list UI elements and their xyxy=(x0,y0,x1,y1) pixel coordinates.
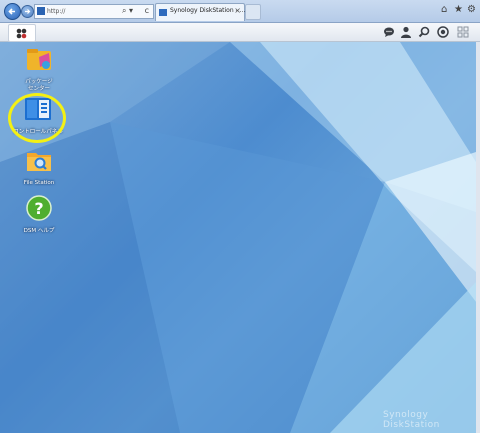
dsm-help-app[interactable]: ? DSM ヘルプ xyxy=(9,194,69,235)
dsm-help-label: DSM ヘルプ xyxy=(23,228,55,234)
help-icon: ? xyxy=(26,195,52,221)
highlight-circle-annotation xyxy=(8,93,66,143)
new-tab-button[interactable] xyxy=(245,4,261,20)
browser-tab[interactable]: Synology DiskStation - ... × xyxy=(155,3,245,21)
tools-gear-icon[interactable]: ⚙ xyxy=(467,4,476,15)
refresh-icon[interactable]: c xyxy=(145,6,149,16)
back-button[interactable] xyxy=(4,3,21,20)
file-station-app[interactable]: File Station xyxy=(9,146,69,187)
address-search-dropdown[interactable]: ⌕ ▾ xyxy=(122,6,133,16)
package-center-label: パッケージ センター xyxy=(25,79,53,92)
dsm-desktop: パッケージ センター コントロールパネル File Station ? DSM … xyxy=(0,42,476,433)
notifications-icon[interactable] xyxy=(383,26,395,38)
widgets-icon[interactable] xyxy=(437,26,449,38)
search-icon[interactable] xyxy=(418,26,430,38)
package-center-app[interactable]: パッケージ センター xyxy=(9,45,69,93)
forward-button[interactable] xyxy=(21,5,34,18)
svg-text:?: ? xyxy=(34,199,43,218)
tab-close-icon[interactable]: × xyxy=(234,6,241,15)
page-scrollbar[interactable] xyxy=(476,42,480,433)
user-icon[interactable] xyxy=(400,26,412,38)
browser-toolbar: http:// ⌕ ▾ c Synology DiskStation - ...… xyxy=(0,0,480,23)
site-favicon-icon xyxy=(37,7,45,15)
desktop-wallpaper xyxy=(0,42,476,433)
package-center-icon xyxy=(27,49,51,70)
file-station-label: File Station xyxy=(23,180,55,186)
back-arrow-icon xyxy=(8,8,15,15)
favorites-icon[interactable]: ★ xyxy=(454,4,463,15)
forward-arrow-icon xyxy=(25,9,31,14)
home-icon[interactable]: ⌂ xyxy=(441,4,447,15)
main-menu-button[interactable] xyxy=(8,24,36,42)
windows-overview-icon[interactable] xyxy=(457,26,469,38)
main-menu-icon xyxy=(16,28,27,39)
address-bar[interactable]: http:// ⌕ ▾ c xyxy=(34,4,154,19)
dsm-taskbar xyxy=(0,23,480,42)
address-text: http:// xyxy=(47,8,66,15)
synology-watermark: Synology DiskStation xyxy=(383,410,440,430)
file-station-icon xyxy=(27,153,51,171)
tab-favicon-icon xyxy=(159,9,167,16)
